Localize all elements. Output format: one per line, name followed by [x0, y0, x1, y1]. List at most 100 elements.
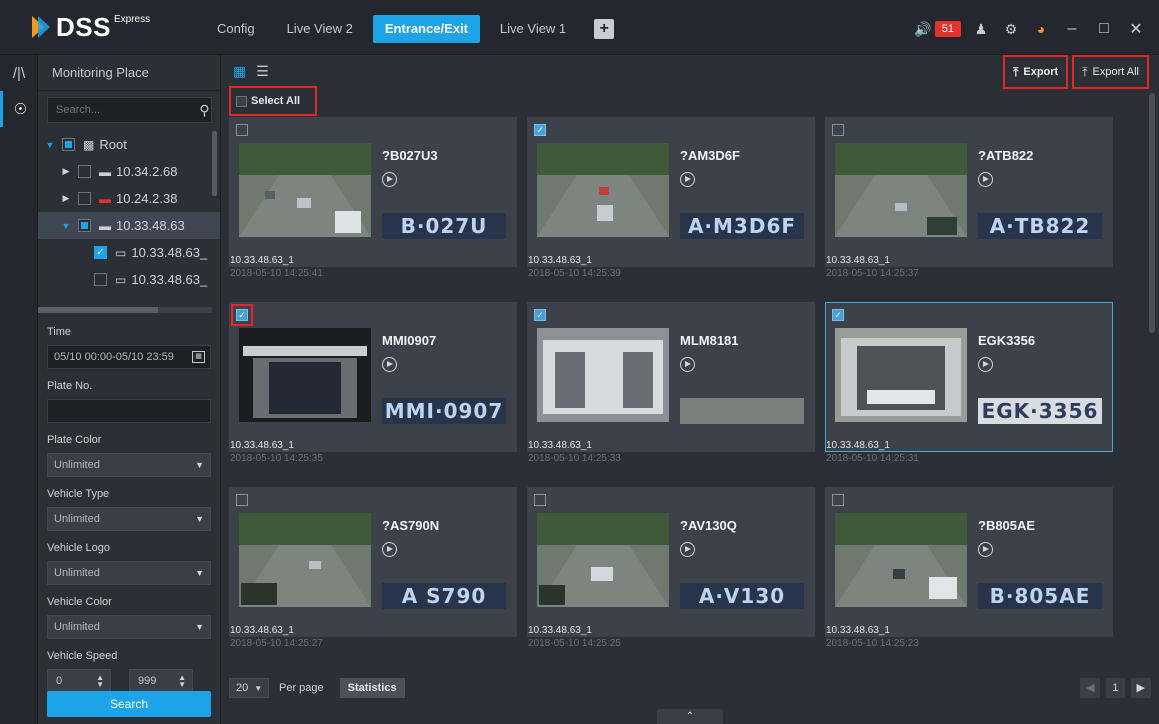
tree-horizontal-scrollbar[interactable] [38, 307, 212, 313]
vehicle-logo-select[interactable]: Unlimited ▼ [47, 561, 211, 585]
gear-icon[interactable]: ⚙ [1001, 21, 1021, 38]
tree-checkbox[interactable] [78, 192, 91, 205]
record-checkbox[interactable] [832, 494, 844, 506]
gauge-icon[interactable]: ◕ [1031, 21, 1051, 37]
tree-node-device-selected[interactable]: ▼ ▬ 10.33.48.63 [38, 212, 220, 239]
record-checkbox-checked[interactable]: ✓ [832, 309, 844, 321]
play-icon[interactable] [382, 172, 397, 187]
tree-node-channel[interactable]: ✓ ▭ 10.33.48.63_ [38, 239, 220, 266]
snapshot-image[interactable] [835, 328, 967, 422]
search-button[interactable]: Search [47, 691, 211, 717]
record-card[interactable]: ?AS790N A S790 10.33.48.63_1 2018-05-10 … [229, 487, 517, 649]
record-checkbox[interactable] [236, 494, 248, 506]
device-name: 10.33.48.63_1 [528, 440, 592, 451]
expand-arrow-icon[interactable]: ▼ [60, 221, 72, 231]
plate-color-select[interactable]: Unlimited ▼ [47, 453, 211, 477]
record-checkbox[interactable] [534, 494, 546, 506]
tree-checkbox[interactable] [94, 273, 107, 286]
capture-time: 2018-05-10 14:25:25 [528, 638, 621, 649]
record-card[interactable]: ?AV130Q A·V130 10.33.48.63_1 2018-05-10 … [527, 487, 815, 649]
record-card[interactable]: ✓ MLM8181 10.33.48.63_1 2018-05-10 14:25… [527, 302, 815, 464]
record-checkbox[interactable] [236, 124, 248, 136]
statistics-button[interactable]: Statistics [339, 678, 405, 698]
stepper-arrows-icon[interactable]: ▲ ▼ [178, 674, 186, 689]
road-icon[interactable]: /|\ [0, 55, 38, 91]
user-icon[interactable]: ♟ [971, 21, 991, 38]
record-checkbox-checked[interactable]: ✓ [534, 124, 546, 136]
vehicle-type-select[interactable]: Unlimited ▼ [47, 507, 211, 531]
snapshot-image[interactable] [239, 143, 371, 237]
record-card[interactable]: ✓ ?AM3D6F A·M3D6F 10.33.48.63_1 2018-05-… [527, 117, 815, 279]
snapshot-image[interactable] [537, 328, 669, 422]
tree-search-input[interactable] [48, 104, 198, 116]
per-page-select[interactable]: 20 ▼ [229, 678, 269, 698]
record-card[interactable]: ?B027U3 B·027U 10.33.48.63_1 2018-05-10 … [229, 117, 517, 279]
add-tab-icon[interactable]: + [594, 19, 615, 39]
tree-checkbox[interactable] [62, 138, 75, 151]
snapshot-image[interactable] [835, 143, 967, 237]
record-card[interactable]: ?B805AE B·805AE 10.33.48.63_1 2018-05-10… [825, 487, 1113, 649]
collapse-arrow-icon[interactable]: ▶ [60, 166, 72, 177]
export-all-button[interactable]: ⤒ Export All [1072, 55, 1149, 89]
snapshot-image[interactable] [239, 328, 371, 422]
collapse-panel-icon[interactable]: ⌃ [657, 709, 723, 724]
capture-time: 2018-05-10 14:25:33 [528, 453, 621, 464]
snapshot-image[interactable] [537, 513, 669, 607]
tab-config[interactable]: Config [205, 15, 267, 43]
export-button[interactable]: ⤒ Export [1003, 55, 1069, 89]
plate-number: MMI0907 [382, 333, 437, 348]
record-card-selected[interactable]: ✓ EGK3356 EGK·3356 10.33.48.63_1 2018-05… [825, 302, 1113, 464]
next-page-icon[interactable]: ▶ [1130, 678, 1151, 698]
play-icon[interactable] [680, 172, 695, 187]
tree-scrollbar[interactable] [212, 131, 217, 196]
tree-node-device[interactable]: ▶ ▬ 10.34.2.68 [38, 158, 220, 185]
snapshot-image[interactable] [239, 513, 371, 607]
record-checkbox-checked[interactable]: ✓ [534, 309, 546, 321]
play-icon[interactable] [382, 542, 397, 557]
select-all-checkbox[interactable]: Select All [229, 86, 317, 116]
play-icon[interactable] [978, 542, 993, 557]
tree-node-device[interactable]: ▶ ▬ 10.24.2.38 [38, 185, 220, 212]
search-icon[interactable]: ⚲ [198, 102, 211, 119]
calendar-icon[interactable]: ▦ [192, 351, 205, 363]
record-card[interactable]: ✓ MMI0907 MMI·0907 10.33.48.63_1 2018-05… [229, 302, 517, 464]
vehicle-color-select[interactable]: Unlimited ▼ [47, 615, 211, 639]
results-scrollbar[interactable] [1149, 93, 1155, 333]
speed-max-stepper[interactable]: 999 ▲ ▼ [129, 669, 193, 693]
snapshot-image[interactable] [537, 143, 669, 237]
tree-node-root[interactable]: ▼ ▩ Root [38, 131, 220, 158]
tree-checkbox[interactable] [78, 165, 91, 178]
play-icon[interactable] [680, 357, 695, 372]
select-all-box[interactable] [236, 95, 247, 107]
list-view-icon[interactable]: ☰ [256, 63, 269, 80]
record-card[interactable]: ?ATB822 A·TB822 10.33.48.63_1 2018-05-10… [825, 117, 1113, 279]
steering-wheel-icon[interactable]: ☉ [0, 91, 38, 127]
minimize-icon[interactable]: – [1061, 20, 1083, 38]
stepper-arrows-icon[interactable]: ▲ ▼ [96, 674, 104, 689]
collapse-arrow-icon[interactable]: ▶ [60, 193, 72, 204]
page-number[interactable]: 1 [1106, 678, 1125, 698]
prev-page-icon[interactable]: ◀ [1079, 678, 1101, 698]
time-range-field[interactable]: 05/10 00:00-05/10 23:59 ▦ [47, 345, 211, 369]
tab-entrance-exit[interactable]: Entrance/Exit [372, 15, 480, 43]
play-icon[interactable] [978, 172, 993, 187]
tree-checkbox[interactable] [78, 219, 91, 232]
play-icon[interactable] [382, 357, 397, 372]
expand-arrow-icon[interactable]: ▼ [44, 140, 56, 150]
tab-live-view-1[interactable]: Live View 1 [488, 15, 578, 43]
record-checkbox[interactable] [832, 124, 844, 136]
tab-live-view-2[interactable]: Live View 2 [275, 15, 365, 43]
alarm-count-badge[interactable]: 51 [934, 21, 961, 37]
tree-checkbox-checked[interactable]: ✓ [94, 246, 107, 259]
tree-node-channel[interactable]: ▭ 10.33.48.63_ [38, 266, 220, 293]
close-icon[interactable]: ✕ [1125, 19, 1147, 39]
maximize-icon[interactable]: □ [1093, 20, 1115, 38]
grid-view-icon[interactable]: ▦ [233, 63, 246, 80]
speed-min-stepper[interactable]: 0 ▲ ▼ [47, 669, 111, 693]
play-icon[interactable] [978, 357, 993, 372]
plate-no-input[interactable] [47, 399, 211, 423]
snapshot-image[interactable] [835, 513, 967, 607]
nvr-offline-icon: ▬ [99, 191, 111, 206]
play-icon[interactable] [680, 542, 695, 557]
speaker-icon[interactable]: 🔊 [913, 21, 933, 38]
